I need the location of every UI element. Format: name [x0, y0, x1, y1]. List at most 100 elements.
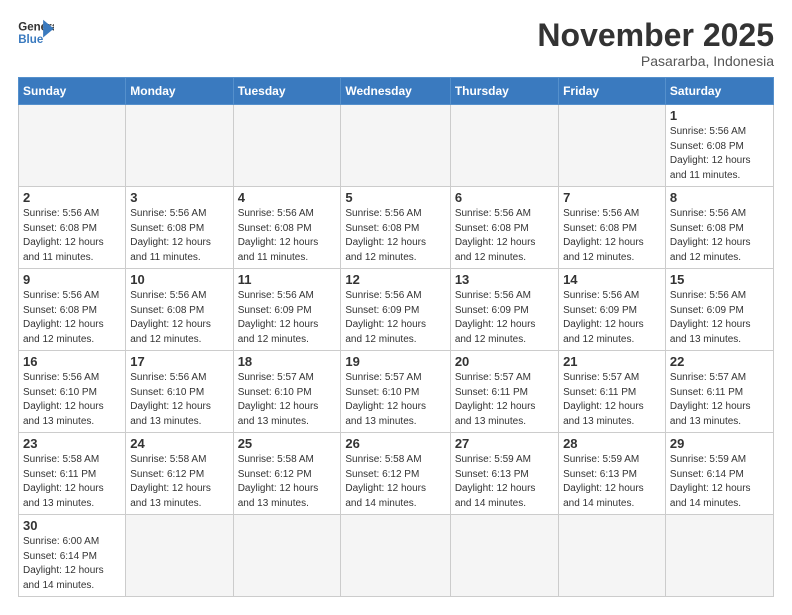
day-number: 23 [23, 436, 121, 451]
svg-text:Blue: Blue [18, 34, 44, 46]
day-info: Sunrise: 5:59 AM Sunset: 6:13 PM Dayligh… [563, 453, 661, 511]
calendar-day-header: Tuesday [233, 78, 341, 105]
calendar-day-cell: 15 Sunrise: 5:56 AM Sunset: 6:09 PM Dayli… [665, 269, 773, 351]
day-info: Sunrise: 5:56 AM Sunset: 6:08 PM Dayligh… [23, 289, 121, 347]
calendar: SundayMondayTuesdayWednesdayThursdayFrid… [18, 77, 774, 597]
day-info: Sunrise: 5:58 AM Sunset: 6:12 PM Dayligh… [345, 453, 445, 511]
calendar-day-cell: 21Sunrise: 5:57 AM Sunset: 6:11 PM Dayli… [559, 351, 666, 433]
day-info: Sunrise: 5:56 AM Sunset: 6:08 PM Dayligh… [455, 207, 554, 265]
calendar-day-cell [341, 515, 450, 597]
day-info: Sunrise: 5:56 AM Sunset: 6:08 PM Dayligh… [130, 207, 228, 265]
day-info: Sunrise: 5:56 AM Sunset: 6:10 PM Dayligh… [23, 371, 121, 429]
calendar-day-cell: 17Sunrise: 5:56 AM Sunset: 6:10 PM Dayli… [126, 351, 233, 433]
day-number: 1 [670, 108, 769, 123]
calendar-day-cell: 9 Sunrise: 5:56 AM Sunset: 6:08 PM Daylig… [19, 269, 126, 351]
calendar-day-cell: 20 Sunrise: 5:57 AM Sunset: 6:11 PM Dayli… [450, 351, 558, 433]
calendar-day-cell [341, 105, 450, 187]
day-info: Sunrise: 5:57 AM Sunset: 6:10 PM Dayligh… [345, 371, 445, 429]
day-number: 13 [455, 272, 554, 287]
calendar-day-cell: 1Sunrise: 5:56 AM Sunset: 6:08 PM Daylig… [665, 105, 773, 187]
calendar-day-cell [559, 515, 666, 597]
day-number: 9 [23, 272, 121, 287]
day-info: Sunrise: 5:56 AM Sunset: 6:09 PM Dayligh… [670, 289, 769, 347]
calendar-day-header: Monday [126, 78, 233, 105]
day-info: Sunrise: 5:56 AM Sunset: 6:08 PM Dayligh… [345, 207, 445, 265]
calendar-day-cell: 4 Sunrise: 5:56 AM Sunset: 6:08 PM Daylig… [233, 187, 341, 269]
calendar-day-cell [450, 105, 558, 187]
calendar-day-header: Saturday [665, 78, 773, 105]
calendar-day-cell: 6 Sunrise: 5:56 AM Sunset: 6:08 PM Daylig… [450, 187, 558, 269]
calendar-day-cell: 19Sunrise: 5:57 AM Sunset: 6:10 PM Dayli… [341, 351, 450, 433]
calendar-day-cell: 28 Sunrise: 5:59 AM Sunset: 6:13 PM Dayli… [559, 433, 666, 515]
calendar-day-cell: 8Sunrise: 5:56 AM Sunset: 6:08 PM Daylig… [665, 187, 773, 269]
calendar-day-header: Thursday [450, 78, 558, 105]
header: General Blue November 2025 Pasararba, In… [18, 18, 774, 69]
day-number: 14 [563, 272, 661, 287]
calendar-day-cell: 13 Sunrise: 5:56 AM Sunset: 6:09 PM Dayli… [450, 269, 558, 351]
calendar-day-cell [233, 105, 341, 187]
calendar-day-cell: 11Sunrise: 5:56 AM Sunset: 6:09 PM Dayli… [233, 269, 341, 351]
day-info: Sunrise: 5:57 AM Sunset: 6:10 PM Dayligh… [238, 371, 337, 429]
calendar-day-cell: 5Sunrise: 5:56 AM Sunset: 6:08 PM Daylig… [341, 187, 450, 269]
calendar-day-header: Wednesday [341, 78, 450, 105]
day-number: 16 [23, 354, 121, 369]
calendar-day-cell: 16 Sunrise: 5:56 AM Sunset: 6:10 PM Dayli… [19, 351, 126, 433]
calendar-day-cell: 7 Sunrise: 5:56 AM Sunset: 6:08 PM Daylig… [559, 187, 666, 269]
calendar-day-cell: 29 Sunrise: 5:59 AM Sunset: 6:14 PM Dayli… [665, 433, 773, 515]
calendar-week-row: 16 Sunrise: 5:56 AM Sunset: 6:10 PM Dayli… [19, 351, 774, 433]
day-number: 7 [563, 190, 661, 205]
calendar-day-header: Sunday [19, 78, 126, 105]
day-info: Sunrise: 6:00 AM Sunset: 6:14 PM Dayligh… [23, 535, 121, 593]
day-number: 6 [455, 190, 554, 205]
logo: General Blue [18, 18, 54, 50]
calendar-day-cell: 2Sunrise: 5:56 AM Sunset: 6:08 PM Daylig… [19, 187, 126, 269]
day-info: Sunrise: 5:56 AM Sunset: 6:08 PM Dayligh… [563, 207, 661, 265]
day-info: Sunrise: 5:58 AM Sunset: 6:11 PM Dayligh… [23, 453, 121, 511]
day-number: 17 [130, 354, 228, 369]
calendar-day-cell [450, 515, 558, 597]
day-info: Sunrise: 5:59 AM Sunset: 6:14 PM Dayligh… [670, 453, 769, 511]
day-number: 28 [563, 436, 661, 451]
calendar-day-cell: 27 Sunrise: 5:59 AM Sunset: 6:13 PM Dayli… [450, 433, 558, 515]
day-info: Sunrise: 5:57 AM Sunset: 6:11 PM Dayligh… [455, 371, 554, 429]
day-info: Sunrise: 5:56 AM Sunset: 6:09 PM Dayligh… [345, 289, 445, 347]
calendar-day-cell: 12 Sunrise: 5:56 AM Sunset: 6:09 PM Dayli… [341, 269, 450, 351]
calendar-day-cell [19, 105, 126, 187]
calendar-day-cell: 30 Sunrise: 6:00 AM Sunset: 6:14 PM Dayli… [19, 515, 126, 597]
day-number: 10 [130, 272, 228, 287]
calendar-day-cell: 24Sunrise: 5:58 AM Sunset: 6:12 PM Dayli… [126, 433, 233, 515]
day-info: Sunrise: 5:56 AM Sunset: 6:08 PM Dayligh… [238, 207, 337, 265]
day-number: 29 [670, 436, 769, 451]
day-number: 30 [23, 518, 121, 533]
day-number: 12 [345, 272, 445, 287]
day-info: Sunrise: 5:56 AM Sunset: 6:09 PM Dayligh… [455, 289, 554, 347]
calendar-day-cell: 26Sunrise: 5:58 AM Sunset: 6:12 PM Dayli… [341, 433, 450, 515]
calendar-day-cell [559, 105, 666, 187]
day-number: 22 [670, 354, 769, 369]
day-number: 15 [670, 272, 769, 287]
day-number: 27 [455, 436, 554, 451]
page: General Blue November 2025 Pasararba, In… [0, 0, 792, 615]
calendar-day-cell: 23 Sunrise: 5:58 AM Sunset: 6:11 PM Dayli… [19, 433, 126, 515]
subtitle: Pasararba, Indonesia [537, 53, 774, 69]
calendar-day-cell: 14Sunrise: 5:56 AM Sunset: 6:09 PM Dayli… [559, 269, 666, 351]
day-number: 18 [238, 354, 337, 369]
calendar-day-cell: 10Sunrise: 5:56 AM Sunset: 6:08 PM Dayli… [126, 269, 233, 351]
calendar-week-row: 2Sunrise: 5:56 AM Sunset: 6:08 PM Daylig… [19, 187, 774, 269]
month-title: November 2025 [537, 18, 774, 53]
calendar-day-cell: 18 Sunrise: 5:57 AM Sunset: 6:10 PM Dayli… [233, 351, 341, 433]
calendar-week-row: 23 Sunrise: 5:58 AM Sunset: 6:11 PM Dayli… [19, 433, 774, 515]
calendar-day-cell [665, 515, 773, 597]
day-number: 20 [455, 354, 554, 369]
day-info: Sunrise: 5:57 AM Sunset: 6:11 PM Dayligh… [563, 371, 661, 429]
calendar-day-cell [126, 515, 233, 597]
calendar-day-header: Friday [559, 78, 666, 105]
calendar-day-cell: 25Sunrise: 5:58 AM Sunset: 6:12 PM Dayli… [233, 433, 341, 515]
day-info: Sunrise: 5:57 AM Sunset: 6:11 PM Dayligh… [670, 371, 769, 429]
day-number: 4 [238, 190, 337, 205]
calendar-week-row: 30 Sunrise: 6:00 AM Sunset: 6:14 PM Dayli… [19, 515, 774, 597]
calendar-day-cell: 3Sunrise: 5:56 AM Sunset: 6:08 PM Daylig… [126, 187, 233, 269]
day-info: Sunrise: 5:58 AM Sunset: 6:12 PM Dayligh… [130, 453, 228, 511]
day-info: Sunrise: 5:59 AM Sunset: 6:13 PM Dayligh… [455, 453, 554, 511]
calendar-day-cell: 22 Sunrise: 5:57 AM Sunset: 6:11 PM Dayli… [665, 351, 773, 433]
